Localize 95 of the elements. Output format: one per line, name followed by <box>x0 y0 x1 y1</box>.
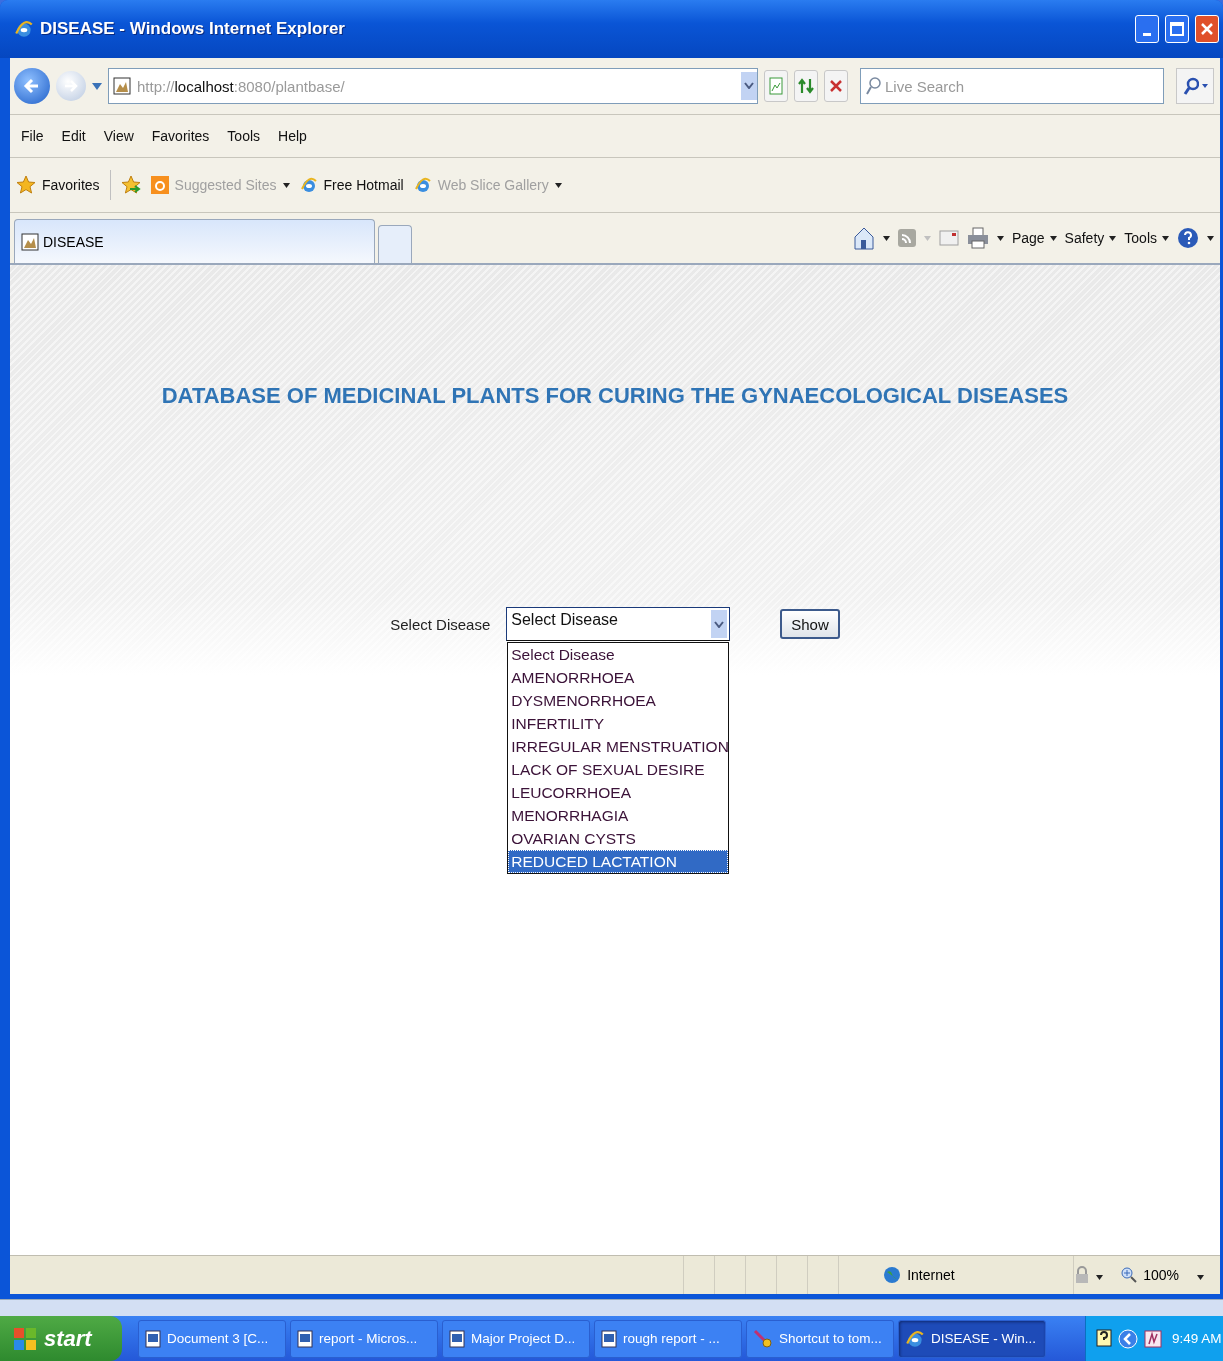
globe-icon <box>883 1266 902 1284</box>
dropdown-option[interactable]: Select Disease <box>508 643 729 666</box>
browser-logo-icon <box>14 19 34 39</box>
search-icon <box>1182 77 1199 95</box>
clock: 9:49 AM <box>1172 1331 1222 1346</box>
help-icon[interactable] <box>1177 227 1199 249</box>
help-icon[interactable] <box>1096 1328 1112 1349</box>
search-box[interactable]: Live Search <box>860 68 1164 104</box>
search-button[interactable] <box>1176 68 1214 104</box>
taskbar-button[interactable]: Major Project D... <box>442 1319 590 1358</box>
caret-icon <box>996 235 1004 241</box>
dropdown-option[interactable]: DYSMENORRHOEA <box>508 689 729 712</box>
refresh-icon <box>797 77 815 95</box>
caret-icon <box>1207 235 1214 241</box>
caret-icon <box>1096 1275 1104 1280</box>
caret-icon <box>1109 235 1117 241</box>
maximize-icon <box>1170 22 1184 36</box>
printer-icon[interactable] <box>966 227 989 249</box>
minimize-button[interactable] <box>1135 15 1159 43</box>
search-field[interactable]: Live Search <box>885 71 1159 101</box>
picture-page-icon <box>113 77 131 95</box>
home-icon[interactable] <box>852 226 875 250</box>
zoom-button[interactable]: 100% <box>1121 1267 1179 1283</box>
browser-tab[interactable]: DISEASE <box>14 219 375 263</box>
favorites-bar-item[interactable]: Free Hotmail <box>299 176 404 194</box>
mail-icon[interactable] <box>938 230 959 246</box>
forward-arrow-icon <box>63 78 79 94</box>
start-button[interactable]: start <box>0 1316 122 1361</box>
document-icon <box>601 1329 617 1348</box>
caret-icon <box>1162 235 1169 241</box>
dropdown-option[interactable]: AMENORRHOEA <box>508 666 729 689</box>
add-favorite-icon[interactable] <box>120 175 141 195</box>
favorites-bar-item[interactable]: Favorites <box>16 175 100 195</box>
star-icon <box>16 175 36 195</box>
browser-page-icon <box>299 176 318 194</box>
lock-icon[interactable] <box>1074 1266 1091 1284</box>
dropdown-option[interactable]: IRREGULAR MENSTRUATION <box>508 735 729 758</box>
taskbar-button[interactable]: Document 3 [C... <box>138 1319 286 1358</box>
window-title: DISEASE - Windows Internet Explorer <box>40 19 346 39</box>
dropdown-option[interactable]: OVARIAN CYSTS <box>508 827 729 850</box>
address-field[interactable]: http://localhost:8080/plantbase/ <box>108 68 758 104</box>
gear-wand-icon <box>753 1328 773 1349</box>
dropdown-option[interactable]: LEUCORRHOEA <box>508 781 729 804</box>
security-zone: Internet <box>907 1267 955 1283</box>
feed-icon[interactable] <box>897 229 916 247</box>
zoom-icon <box>1121 1267 1138 1283</box>
document-icon <box>145 1329 161 1348</box>
browser-page-icon <box>413 176 432 194</box>
menu-item[interactable]: View <box>94 124 143 148</box>
command-menu[interactable]: Tools <box>1124 230 1169 246</box>
stop-button[interactable] <box>824 70 848 102</box>
back-button[interactable] <box>14 68 50 104</box>
chevron-icon[interactable] <box>1118 1328 1138 1349</box>
refresh-button[interactable] <box>794 70 818 102</box>
caret-icon <box>1049 235 1057 241</box>
menu-item[interactable]: Help <box>269 124 316 148</box>
caret-icon <box>1201 84 1208 88</box>
minimize-icon <box>1143 32 1151 36</box>
tray-app-icon[interactable] <box>1144 1329 1162 1348</box>
command-menu[interactable]: Safety <box>1064 230 1117 246</box>
close-icon <box>1200 22 1214 36</box>
caret-icon[interactable] <box>92 82 102 90</box>
menu-item[interactable]: Tools <box>218 124 270 148</box>
taskbar-button[interactable]: Shortcut to tom... <box>746 1319 894 1358</box>
menu-item[interactable]: Edit <box>52 124 95 148</box>
menu-item[interactable]: File <box>12 124 53 148</box>
page-chart-icon <box>769 77 783 95</box>
document-icon <box>449 1329 465 1348</box>
caret-icon <box>882 235 890 241</box>
search-icon <box>865 76 881 96</box>
caret-icon <box>923 235 931 241</box>
taskbar-button[interactable]: report - Micros... <box>290 1319 438 1358</box>
disease-dropdown[interactable]: Select Disease <box>506 607 731 641</box>
field-label: Select Disease <box>390 615 491 633</box>
dropdown-option[interactable]: MENORRHAGIA <box>508 804 729 827</box>
caret-icon <box>282 182 290 188</box>
command-menu[interactable]: Page <box>1011 230 1057 246</box>
taskbar-button[interactable]: DISEASE - Win... <box>898 1319 1046 1358</box>
close-button[interactable] <box>1195 15 1219 43</box>
ring-logo-icon <box>150 176 169 194</box>
page-heading: DATABASE OF MEDICINAL PLANTS FOR CURING THE GYNAECOLOGICAL DISEASES <box>161 383 1069 409</box>
caret-icon <box>1197 1275 1204 1280</box>
menu-item[interactable]: Favorites <box>142 124 219 148</box>
picture-page-icon <box>21 232 39 251</box>
windows-logo-icon <box>12 1325 38 1352</box>
dropdown-option[interactable]: INFERTILITY <box>508 712 729 735</box>
show-button[interactable]: Show <box>780 609 840 639</box>
browser-logo-icon <box>905 1328 925 1349</box>
caret-icon <box>554 182 562 188</box>
taskbar-button[interactable]: rough report - ... <box>594 1319 742 1358</box>
dropdown-option[interactable]: LACK OF SEXUAL DESIRE <box>508 758 729 781</box>
maximize-button[interactable] <box>1165 15 1189 43</box>
stop-icon <box>829 79 843 93</box>
dropdown-option[interactable]: REDUCED LACTATION <box>508 850 729 873</box>
document-icon <box>297 1329 313 1348</box>
